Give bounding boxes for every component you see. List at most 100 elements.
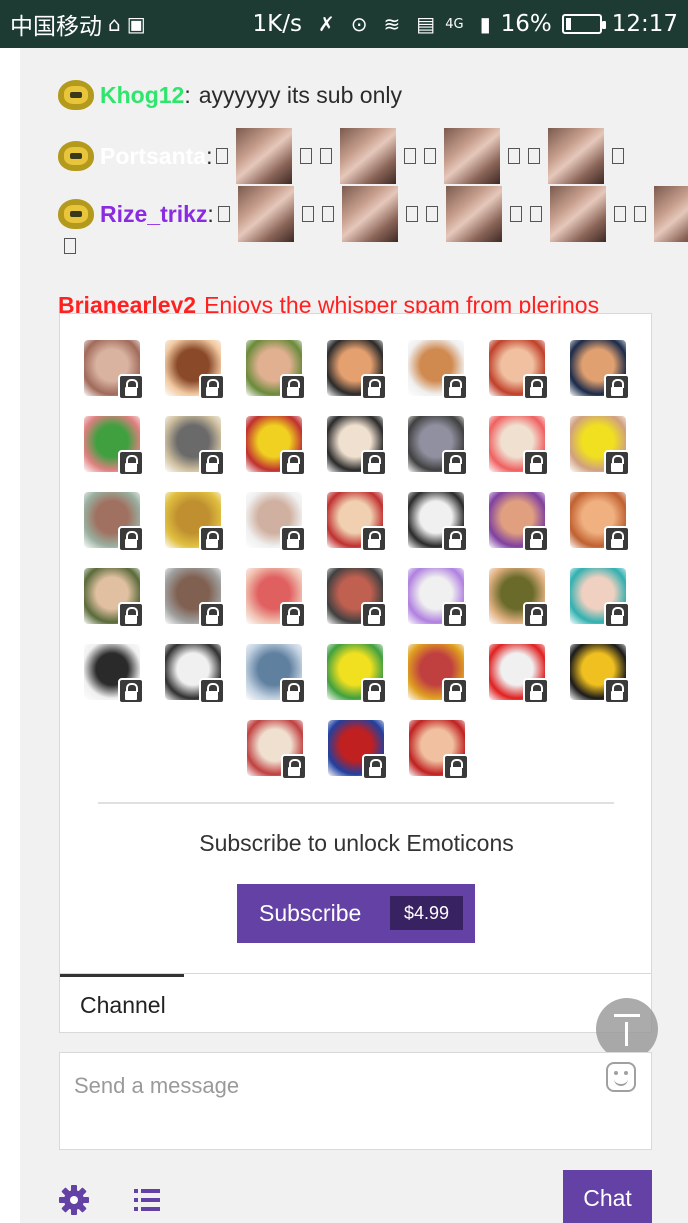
unknown-glyph xyxy=(64,238,76,254)
locked-emoticon[interactable] xyxy=(84,416,144,476)
lock-icon xyxy=(523,678,549,704)
network-speed: 1K/s xyxy=(252,11,302,37)
tab-channel[interactable]: Channel xyxy=(80,992,166,1019)
emoticon-smiley-icon[interactable] xyxy=(606,1062,636,1092)
locked-emoticon[interactable] xyxy=(570,416,630,476)
locked-emoticon[interactable] xyxy=(246,492,306,552)
lock-icon xyxy=(199,678,225,704)
locked-emoticon[interactable] xyxy=(489,568,549,628)
lock-icon xyxy=(280,450,306,476)
subscribe-button[interactable]: Subscribe $4.99 xyxy=(237,884,475,943)
emote-panel: Subscribe to unlock Emoticons Subscribe … xyxy=(59,313,652,973)
settings-gear-icon[interactable] xyxy=(58,1184,90,1216)
lock-icon xyxy=(442,450,468,476)
unknown-glyph xyxy=(508,148,521,164)
subscriber-badge-icon xyxy=(58,80,94,110)
unknown-glyph xyxy=(529,206,542,222)
locked-emoticon[interactable] xyxy=(327,416,387,476)
sim-icon: ⌂ xyxy=(108,12,121,36)
lock-icon xyxy=(281,754,307,780)
lock-icon xyxy=(118,602,144,628)
lock-icon xyxy=(280,678,306,704)
active-tab-indicator xyxy=(60,974,184,977)
lock-icon xyxy=(361,526,387,552)
locked-emoticon[interactable] xyxy=(84,492,144,552)
data-icon: ▤ xyxy=(416,12,436,36)
chat-send-button[interactable]: Chat xyxy=(563,1170,652,1223)
locked-emoticon[interactable] xyxy=(165,644,225,704)
locked-emoticon[interactable] xyxy=(84,644,144,704)
locked-emoticon[interactable] xyxy=(489,340,549,400)
unknown-glyph xyxy=(320,148,333,164)
locked-emoticon[interactable] xyxy=(165,492,225,552)
locked-emoticon[interactable] xyxy=(327,492,387,552)
chat-emote xyxy=(549,186,606,242)
locked-emoticon[interactable] xyxy=(246,416,306,476)
chat-message: Rize_trikz : xyxy=(58,186,688,242)
locked-emoticon[interactable] xyxy=(84,340,144,400)
chat-username[interactable]: Rize_trikz xyxy=(100,201,207,228)
signal-icon: ▮ xyxy=(479,12,491,36)
locked-emoticon[interactable] xyxy=(246,568,306,628)
unknown-glyph xyxy=(424,148,437,164)
unknown-glyph xyxy=(217,206,230,222)
locked-emoticon[interactable] xyxy=(246,644,306,704)
locked-emoticon[interactable] xyxy=(570,492,630,552)
chat-log[interactable]: Khog12 : ayyyyyy its sub only Portsanta … xyxy=(20,48,688,313)
locked-emoticon[interactable] xyxy=(165,568,225,628)
lock-icon xyxy=(199,450,225,476)
locked-emoticon[interactable] xyxy=(489,644,549,704)
locked-emoticon[interactable] xyxy=(408,340,468,400)
lock-icon xyxy=(442,374,468,400)
locked-emoticon[interactable] xyxy=(165,416,225,476)
locked-emoticon[interactable] xyxy=(328,720,388,780)
locked-emoticon[interactable] xyxy=(408,644,468,704)
battery-percent: 16% xyxy=(500,11,552,37)
locked-emoticon[interactable] xyxy=(165,340,225,400)
lock-icon xyxy=(604,450,630,476)
subscriber-badge-icon xyxy=(58,199,94,229)
locked-emoticon[interactable] xyxy=(570,340,630,400)
locked-emoticon[interactable] xyxy=(408,568,468,628)
unknown-glyph xyxy=(633,206,646,222)
chat-username[interactable]: Brianearley2 xyxy=(58,292,196,313)
locked-emoticon[interactable] xyxy=(327,644,387,704)
list-icon[interactable] xyxy=(134,1187,160,1213)
locked-emoticon[interactable] xyxy=(570,568,630,628)
chat-separator: : xyxy=(206,142,213,169)
chat-emote xyxy=(341,186,398,242)
unknown-glyph xyxy=(300,148,313,164)
locked-emoticon[interactable] xyxy=(489,416,549,476)
locked-emoticon[interactable] xyxy=(327,340,387,400)
locked-emoticon[interactable] xyxy=(246,340,306,400)
locked-emoticon[interactable] xyxy=(408,416,468,476)
chat-username[interactable]: Khog12 xyxy=(100,82,184,109)
locked-emoticon[interactable] xyxy=(489,492,549,552)
lock-icon xyxy=(604,374,630,400)
unknown-glyph xyxy=(404,148,417,164)
locked-emoticon[interactable] xyxy=(327,568,387,628)
lock-icon xyxy=(442,678,468,704)
subscribe-label: Subscribe xyxy=(259,900,362,926)
locked-emoticon[interactable] xyxy=(247,720,307,780)
image-icon: ▣ xyxy=(126,12,146,36)
unknown-glyph xyxy=(509,206,522,222)
price-tag: $4.99 xyxy=(389,896,463,930)
locked-emoticon[interactable] xyxy=(570,644,630,704)
status-bar: 中国移动 ⌂ ▣ 1K/s ✗ ⊙ ≋ ▤ 4G ▮ 16% 12:17 xyxy=(0,0,688,48)
lock-icon xyxy=(361,374,387,400)
locked-emoticon[interactable] xyxy=(408,492,468,552)
lock-icon xyxy=(442,526,468,552)
battery-icon xyxy=(561,14,606,34)
message-input[interactable] xyxy=(59,1052,652,1150)
chat-message-text: ayyyyyy its sub only xyxy=(198,81,402,108)
unlock-message: Subscribe to unlock Emoticons xyxy=(199,830,514,856)
lock-icon xyxy=(443,754,469,780)
divider xyxy=(98,802,614,804)
chat-username[interactable]: Portsanta xyxy=(100,143,206,170)
scroll-to-top-icon[interactable] xyxy=(596,998,658,1060)
app-screen: 中国移动 ⌂ ▣ 1K/s ✗ ⊙ ≋ ▤ 4G ▮ 16% 12:17 Kho… xyxy=(0,0,688,1223)
locked-emoticon[interactable] xyxy=(409,720,469,780)
locked-emoticon[interactable] xyxy=(84,568,144,628)
chat-separator: : xyxy=(207,200,214,227)
